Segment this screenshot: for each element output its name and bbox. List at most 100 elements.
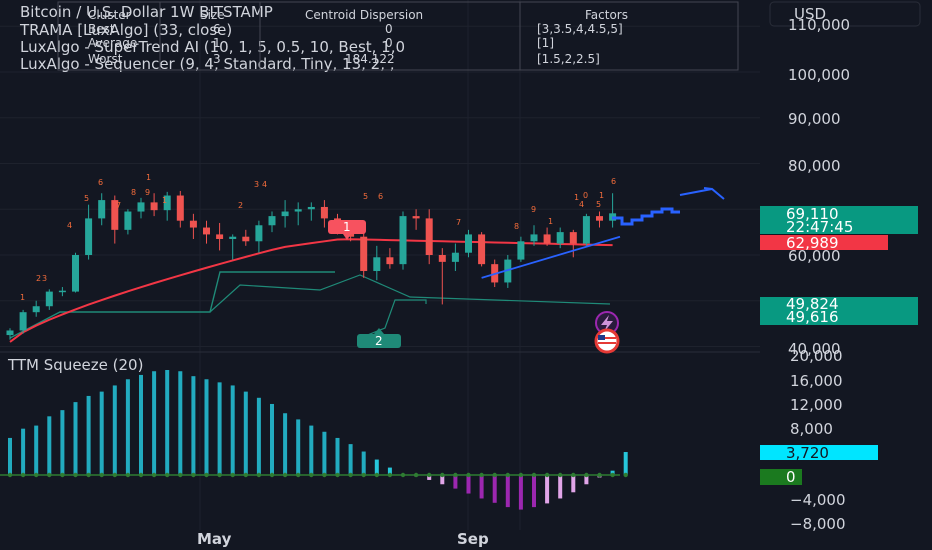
osc-tick: −4,000 xyxy=(790,491,846,509)
table-header-dispersion: Centroid Dispersion xyxy=(305,8,423,22)
supertrend-step xyxy=(359,299,427,339)
candle-body xyxy=(268,216,276,226)
candle-body xyxy=(281,211,289,217)
candle-body xyxy=(438,255,446,262)
sequencer-count: 7 xyxy=(456,218,461,227)
table-cell: [3,3.5,4,4.5,5] xyxy=(537,22,623,36)
us-flag-icon[interactable] xyxy=(594,328,620,354)
projection-arrow xyxy=(679,187,725,200)
candle-body xyxy=(19,312,27,331)
sequencer-count: 1 xyxy=(548,217,553,226)
price-tick: 80,000 xyxy=(788,157,841,175)
oscillator-axis[interactable]: 20,000 16,000 12,000 8,000 −4,000 −8,000… xyxy=(760,347,878,533)
squeeze-bar xyxy=(191,376,196,475)
candle-body xyxy=(72,255,79,292)
zero-line xyxy=(0,472,628,478)
table-cell: Best xyxy=(88,22,115,36)
candle-body xyxy=(294,209,302,212)
squeeze-bar xyxy=(47,416,52,475)
squeeze-bar xyxy=(623,452,628,475)
squeeze-bar xyxy=(152,371,157,475)
table-cell: Worst xyxy=(88,52,123,66)
sequencer-count: 4 xyxy=(262,180,267,189)
squeeze-bar xyxy=(466,475,471,494)
squeeze-bar xyxy=(139,374,143,475)
table-cell: [1] xyxy=(537,36,554,50)
squeeze-bar xyxy=(8,437,12,475)
table-header-size: Size xyxy=(200,8,225,22)
squeeze-bar xyxy=(60,410,65,475)
sequencer-count: 1 xyxy=(146,173,151,182)
candle-body xyxy=(124,211,132,230)
squeeze-bar xyxy=(34,425,39,475)
squeeze-bar xyxy=(348,444,353,475)
candle-body xyxy=(255,225,263,242)
sequencer-count: 3 xyxy=(42,274,47,283)
table-cell: Average xyxy=(88,36,137,50)
sequencer-count: 8 xyxy=(131,188,136,197)
sequencer-count: 3 xyxy=(254,180,259,189)
sequencer-count: 8 xyxy=(514,222,519,231)
candle-body xyxy=(229,236,237,239)
sequencer-count: 4 xyxy=(67,221,72,230)
table-cell: 1 xyxy=(213,36,221,50)
candle-body xyxy=(189,220,197,228)
candle-body xyxy=(6,330,14,336)
squeeze-bar xyxy=(21,428,26,475)
squeeze-bar xyxy=(112,385,117,475)
supertrend-price-tag xyxy=(760,297,918,325)
sequencer-count: 5 xyxy=(363,192,368,201)
chart-canvas: 12 345678 91123 45 67 8914 51 0 16 Bitcoin / U.S… xyxy=(0,0,921,548)
sequencer-count: 5 xyxy=(596,200,601,209)
oscillator-title[interactable]: TTM Squeeze (20) xyxy=(7,356,143,374)
table-cell: 184.122 xyxy=(345,52,395,66)
squeeze-bar xyxy=(505,475,510,508)
supertrend-band-lower xyxy=(209,274,611,313)
squeeze-bars xyxy=(8,370,628,510)
candle-body xyxy=(412,216,420,219)
squeeze-bar xyxy=(335,437,340,475)
osc-tick: 16,000 xyxy=(790,372,843,390)
trama-price: 62,989 xyxy=(786,234,839,252)
candle-body xyxy=(451,252,459,262)
squeeze-bar xyxy=(73,402,78,475)
candle-body xyxy=(137,202,145,212)
candle-body xyxy=(465,234,472,253)
sequencer-count: 7 xyxy=(116,201,121,210)
sequencer-count: 6 xyxy=(611,177,616,186)
squeeze-bar xyxy=(545,475,550,504)
time-label-may: May xyxy=(197,530,232,548)
candle-body xyxy=(176,195,184,221)
squeeze-bar xyxy=(361,451,366,475)
candle-body xyxy=(307,206,315,210)
squeeze-bar xyxy=(217,382,222,475)
table-header-cluster: Cluster xyxy=(88,8,131,22)
sequencer-count: 9 xyxy=(531,205,536,214)
squeeze-bar xyxy=(283,413,288,475)
sequencer-count: 2 xyxy=(36,274,41,283)
table-cell: 3 xyxy=(213,52,221,66)
squeeze-bar xyxy=(243,391,248,475)
squeeze-bar xyxy=(296,419,301,475)
flag-stripe xyxy=(598,342,616,344)
candle-body xyxy=(320,206,328,219)
candle-body xyxy=(517,241,525,260)
candle-body xyxy=(98,200,106,219)
squeeze-bar xyxy=(230,385,235,475)
sequencer-count: 9 xyxy=(145,188,150,197)
candle-body xyxy=(150,202,158,211)
event-icons[interactable] xyxy=(594,311,620,354)
table-cell: 6 xyxy=(213,22,221,36)
time-axis[interactable]: May Sep xyxy=(197,530,489,548)
zero-dot xyxy=(623,472,628,478)
table-cell: [1.5,2,2.5] xyxy=(537,52,600,66)
candle-body xyxy=(399,216,407,265)
candle-body xyxy=(216,234,224,239)
squeeze-bar xyxy=(204,379,209,475)
candle-body xyxy=(58,290,66,293)
price-tick: 90,000 xyxy=(788,110,841,128)
candle-body xyxy=(386,257,394,265)
sequencer-count: 1 xyxy=(162,196,167,205)
oscillator-pane[interactable] xyxy=(0,370,628,510)
top-marker-label: 1 xyxy=(343,220,351,234)
